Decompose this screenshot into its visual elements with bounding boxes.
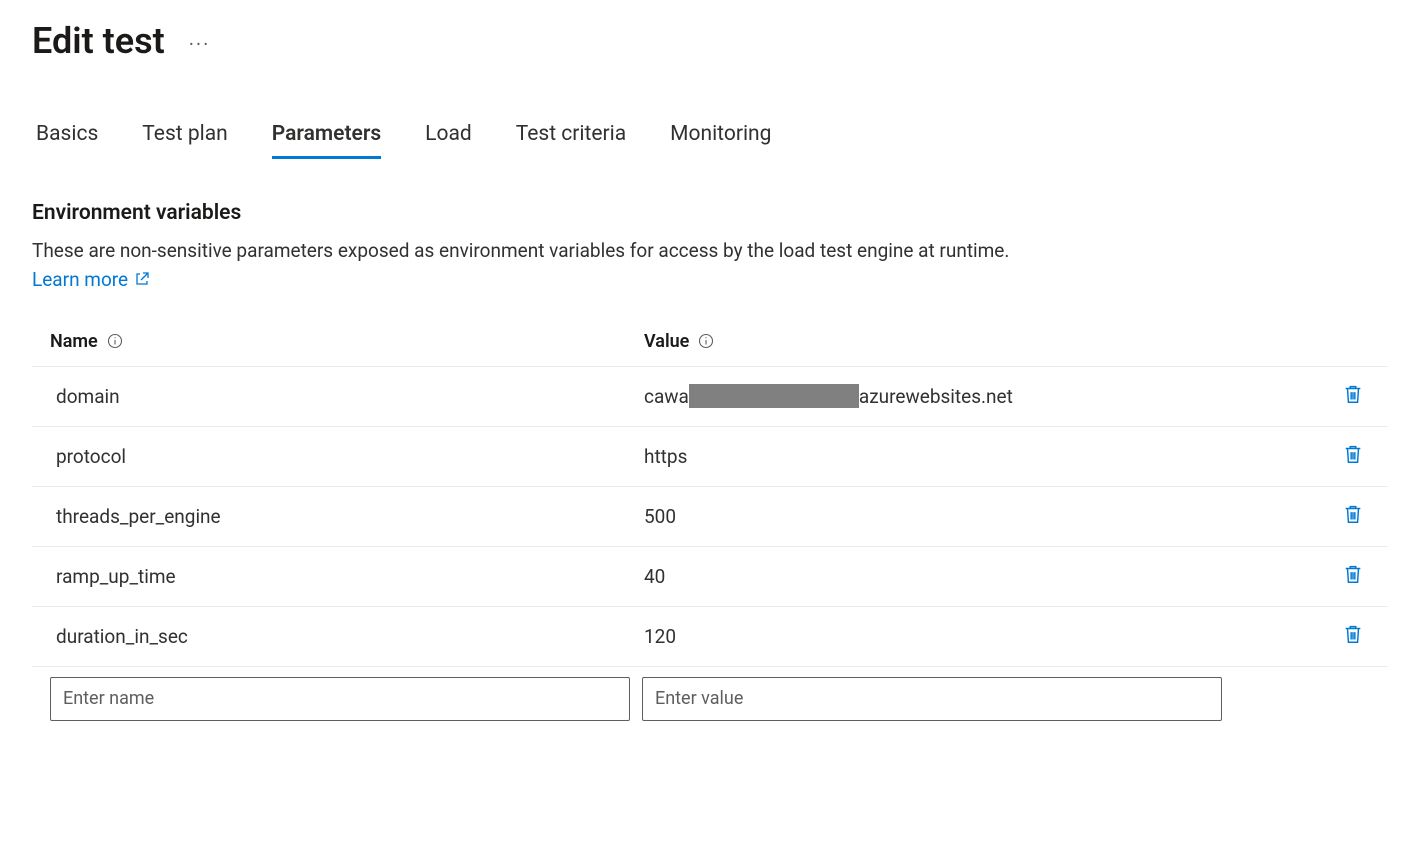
redacted-block bbox=[689, 384, 859, 408]
new-row-inputs bbox=[32, 667, 1388, 721]
section-title: Environment variables bbox=[32, 201, 1388, 225]
trash-icon[interactable] bbox=[1342, 563, 1364, 585]
tab-load[interactable]: Load bbox=[425, 122, 472, 159]
section-description: These are non-sensitive parameters expos… bbox=[32, 237, 1388, 266]
row-value: 500 bbox=[644, 505, 1318, 528]
page-title: Edit test bbox=[32, 20, 165, 62]
row-name: ramp_up_time bbox=[56, 565, 644, 588]
row-value: 120 bbox=[644, 625, 1318, 648]
learn-more-link[interactable]: Learn more bbox=[32, 268, 150, 291]
table-row: threads_per_engine 500 bbox=[32, 487, 1388, 547]
name-input[interactable] bbox=[50, 677, 630, 721]
row-name: duration_in_sec bbox=[56, 625, 644, 648]
table-row: duration_in_sec 120 bbox=[32, 607, 1388, 667]
tab-basics[interactable]: Basics bbox=[36, 122, 98, 159]
env-vars-table: Name Value domain cawaazure bbox=[32, 331, 1388, 721]
tab-parameters[interactable]: Parameters bbox=[272, 122, 381, 159]
row-value: cawaazurewebsites.net bbox=[644, 384, 1318, 408]
tab-test-criteria[interactable]: Test criteria bbox=[516, 122, 626, 159]
external-link-icon bbox=[134, 271, 150, 287]
trash-icon[interactable] bbox=[1342, 503, 1364, 525]
trash-icon[interactable] bbox=[1342, 383, 1364, 405]
row-value: https bbox=[644, 445, 1318, 468]
info-icon[interactable] bbox=[697, 332, 715, 350]
row-name: domain bbox=[56, 385, 644, 408]
trash-icon[interactable] bbox=[1342, 443, 1364, 465]
value-input[interactable] bbox=[642, 677, 1222, 721]
row-value: 40 bbox=[644, 565, 1318, 588]
table-header: Name Value bbox=[32, 331, 1388, 367]
column-name-label: Name bbox=[50, 331, 98, 352]
row-name: threads_per_engine bbox=[56, 505, 644, 528]
row-name: protocol bbox=[56, 445, 644, 468]
tab-monitoring[interactable]: Monitoring bbox=[670, 122, 771, 159]
learn-more-label: Learn more bbox=[32, 268, 128, 291]
table-row: ramp_up_time 40 bbox=[32, 547, 1388, 607]
tabs: Basics Test plan Parameters Load Test cr… bbox=[32, 122, 1388, 159]
table-row: protocol https bbox=[32, 427, 1388, 487]
info-icon[interactable] bbox=[106, 332, 124, 350]
trash-icon[interactable] bbox=[1342, 623, 1364, 645]
column-value-label: Value bbox=[644, 331, 689, 352]
tab-test-plan[interactable]: Test plan bbox=[142, 122, 228, 159]
table-row: domain cawaazurewebsites.net bbox=[32, 367, 1388, 427]
more-actions-icon[interactable]: ··· bbox=[189, 26, 211, 56]
